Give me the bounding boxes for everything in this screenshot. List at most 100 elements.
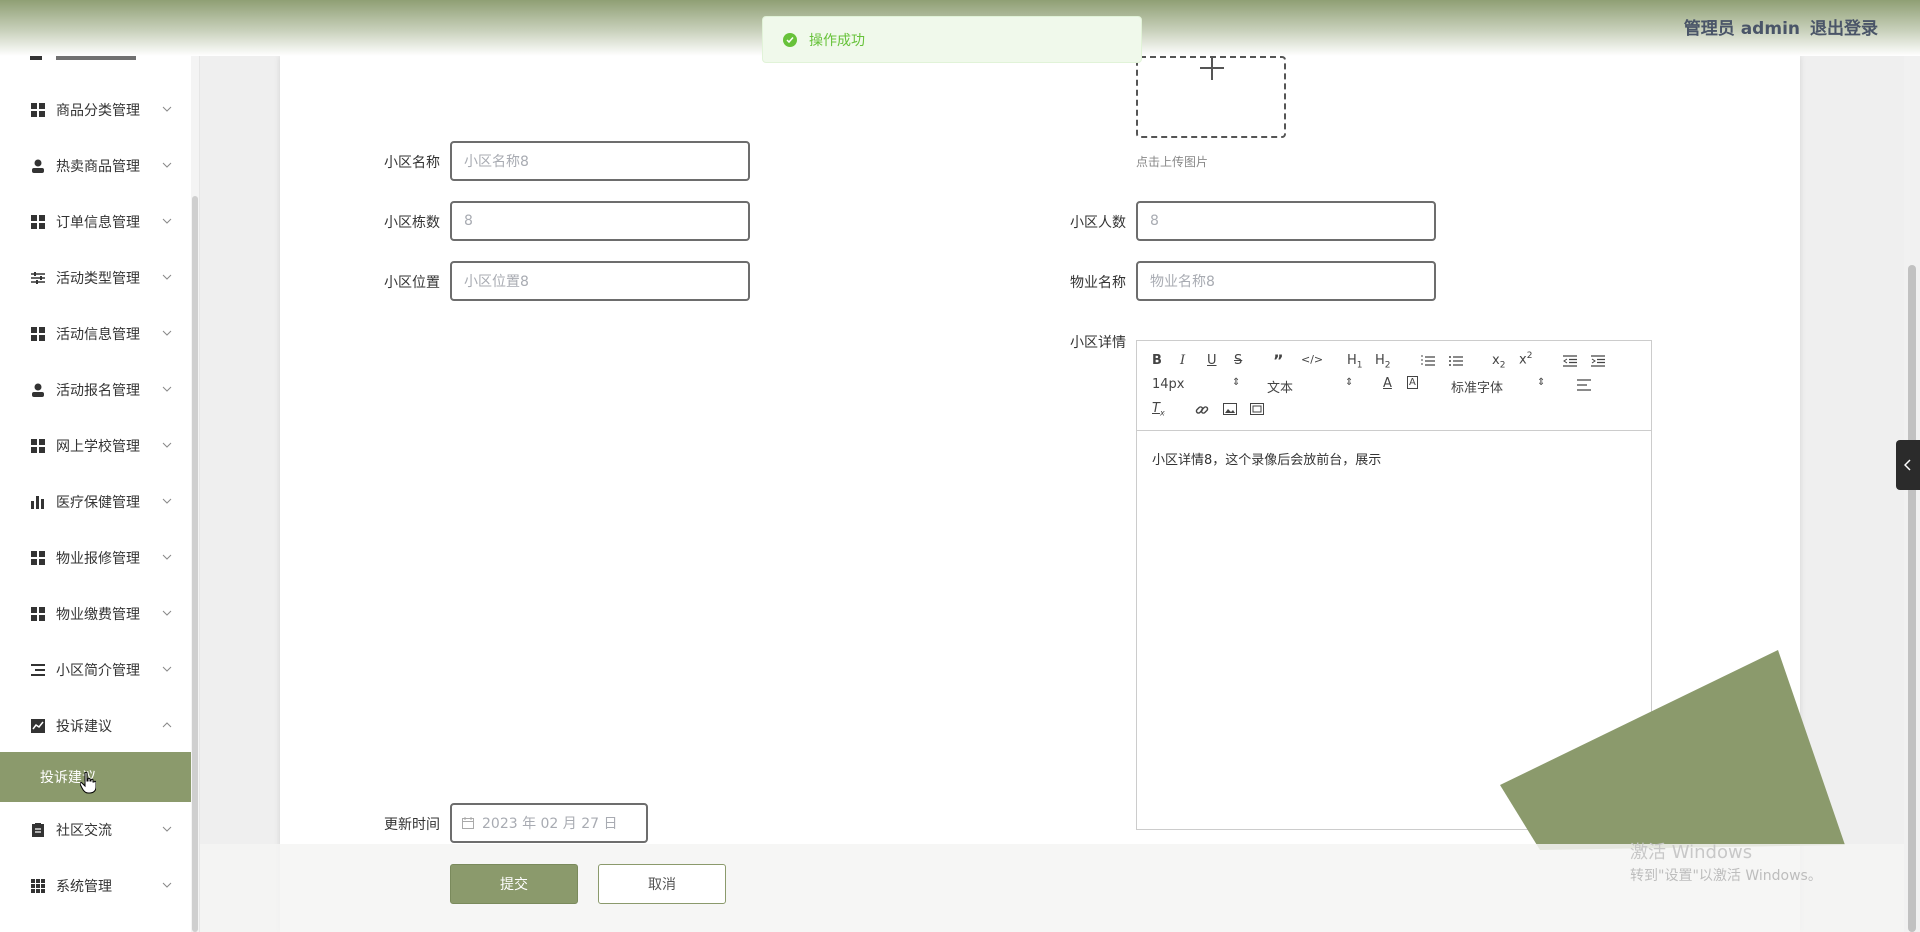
check-circle-icon <box>783 32 797 47</box>
sidebar-item-intro[interactable]: 小区简介管理 <box>0 642 192 698</box>
buildings-value: 8 <box>464 213 473 229</box>
strike-icon[interactable]: S <box>1234 353 1242 368</box>
sidebar-item-complaints[interactable]: 投诉建议 <box>0 698 192 754</box>
hand-cursor-icon <box>80 772 96 794</box>
video-icon[interactable] <box>1250 403 1264 415</box>
grid-icon <box>30 102 46 118</box>
admin-label: 管理员 admin <box>1683 19 1800 39</box>
property-placeholder: 物业名称8 <box>1150 274 1215 290</box>
apps-icon <box>30 878 46 894</box>
chevron-down-icon <box>162 666 172 672</box>
sidebar-item-activity-info[interactable]: 活动信息管理 <box>0 306 192 362</box>
logout-link[interactable]: 退出登录 <box>1810 14 1878 39</box>
sidebar-item-label: 物业报修管理 <box>56 551 140 567</box>
sidebar-item-orders[interactable]: 订单信息管理 <box>0 194 192 250</box>
population-label: 小区人数 <box>1070 215 1126 231</box>
heading2-icon[interactable]: H2 <box>1375 353 1391 371</box>
bold-icon[interactable]: B <box>1152 353 1162 368</box>
sidebar-subitem-complaints[interactable]: 投诉建议 <box>0 752 199 802</box>
ordered-list-icon[interactable] <box>1421 355 1435 367</box>
sidebar-scrollbar-thumb[interactable] <box>192 196 198 932</box>
trend-icon <box>30 718 46 734</box>
indent-icon[interactable] <box>1591 355 1605 367</box>
success-toast: 操作成功 <box>762 16 1142 63</box>
chevron-down-icon <box>162 610 172 616</box>
date-input[interactable]: 2023 年 02 月 27 日 <box>450 803 648 843</box>
quote-icon[interactable]: ” <box>1273 351 1284 370</box>
sidebar-item-label: 订单信息管理 <box>56 215 140 231</box>
sidebar-item-label: 小区简介管理 <box>56 663 140 679</box>
bg-color-icon[interactable]: A <box>1407 376 1418 389</box>
name-placeholder: 小区名称8 <box>464 154 529 170</box>
name-input[interactable]: 小区名称8 <box>450 141 750 181</box>
sidebar-item-hot[interactable]: 热卖商品管理 <box>0 138 192 194</box>
code-icon[interactable]: </> <box>1301 353 1323 366</box>
side-collapse-tab[interactable] <box>1896 440 1920 490</box>
font-family-select[interactable]: 标准字体 ⇕ <box>1451 377 1545 396</box>
buildings-input[interactable]: 8 <box>450 201 750 241</box>
italic-icon[interactable]: I <box>1180 353 1185 368</box>
sidebar-item-label: 商品分类管理 <box>56 103 140 119</box>
sidebar-item-category[interactable]: 商品分类管理 <box>0 82 192 138</box>
sidebar-item-label: 医疗保健管理 <box>56 495 140 511</box>
cut-off-item <box>30 56 150 62</box>
sidebar-item-system[interactable]: 系统管理 <box>0 858 192 914</box>
bullet-list-icon[interactable] <box>1449 355 1463 367</box>
sidebar-item-fees[interactable]: 物业缴费管理 <box>0 586 192 642</box>
editor-content[interactable]: 小区详情8，这个录像后会放前台，展示 <box>1152 449 1381 468</box>
subscript-icon[interactable]: x2 <box>1492 353 1505 371</box>
sidebar-item-medical[interactable]: 医疗保健管理 <box>0 474 192 530</box>
page-scrollbar-thumb[interactable] <box>1908 265 1916 932</box>
text-style-select[interactable]: 文本 ⇕ <box>1267 377 1353 396</box>
sidebar-item-signup[interactable]: 活动报名管理 <box>0 362 192 418</box>
font-family-value: 标准字体 <box>1451 381 1504 396</box>
activation-watermark-subtitle: 转到"设置"以激活 Windows。 <box>1630 868 1822 884</box>
property-input[interactable]: 物业名称8 <box>1136 261 1436 301</box>
chevron-down-icon <box>162 218 172 224</box>
updown-icon: ⇕ <box>1345 377 1354 388</box>
updown-icon: ⇕ <box>1537 377 1546 388</box>
sidebar-item-community[interactable]: 社区交流 <box>0 802 192 858</box>
heading1-icon[interactable]: H1 <box>1347 353 1363 371</box>
upload-hint: 点击上传图片 <box>1136 155 1209 169</box>
link-icon[interactable] <box>1195 403 1209 417</box>
date-value: 2023 年 02 月 27 日 <box>482 816 618 832</box>
sidebar-item-label: 活动报名管理 <box>56 383 140 399</box>
sidebar-item-label: 投诉建议 <box>56 719 112 735</box>
location-input[interactable]: 小区位置8 <box>450 261 750 301</box>
sidebar-item-label: 物业缴费管理 <box>56 607 140 623</box>
clear-format-icon[interactable]: Tx <box>1152 401 1165 418</box>
outdent-icon[interactable] <box>1563 355 1577 367</box>
chevron-up-icon <box>162 722 172 728</box>
sidebar-item-label: 社区交流 <box>56 823 112 839</box>
font-size-select[interactable]: 14px ⇕ <box>1152 377 1240 392</box>
population-input[interactable]: 8 <box>1136 201 1436 241</box>
align-left-icon[interactable] <box>1577 379 1591 391</box>
superscript-icon[interactable]: x2 <box>1519 351 1532 367</box>
text-style-value: 文本 <box>1267 381 1294 396</box>
sidebar-item-label: 网上学校管理 <box>56 439 140 455</box>
underline-icon[interactable]: U <box>1207 353 1217 368</box>
detail-label: 小区详情 <box>1070 335 1126 351</box>
decorative-shape <box>1500 650 1845 850</box>
sidebar-item-school[interactable]: 网上学校管理 <box>0 418 192 474</box>
grid-icon <box>30 606 46 622</box>
cancel-button[interactable]: 取消 <box>598 864 726 904</box>
bar-chart-icon <box>30 494 46 510</box>
sidebar-item-activity-type[interactable]: 活动类型管理 <box>0 250 192 306</box>
list-icon <box>30 662 46 678</box>
chevron-down-icon <box>162 442 172 448</box>
chevron-left-icon <box>1904 459 1911 471</box>
sidebar-item-repair[interactable]: 物业报修管理 <box>0 530 192 586</box>
name-label: 小区名称 <box>384 155 440 171</box>
image-icon[interactable] <box>1223 403 1237 415</box>
update-time-label: 更新时间 <box>384 817 440 833</box>
submit-button[interactable]: 提交 <box>450 864 578 904</box>
grid-icon <box>30 550 46 566</box>
calendar-icon <box>462 817 474 829</box>
font-color-icon[interactable]: A <box>1383 376 1392 391</box>
sidebar-item-label: 热卖商品管理 <box>56 159 140 175</box>
image-upload[interactable] <box>1136 56 1286 138</box>
chevron-down-icon <box>162 498 172 504</box>
editor-toolbar: B I U S ” </> H1 H2 x2 x2 14px ⇕ 文本 ⇕ A A … <box>1137 341 1651 431</box>
